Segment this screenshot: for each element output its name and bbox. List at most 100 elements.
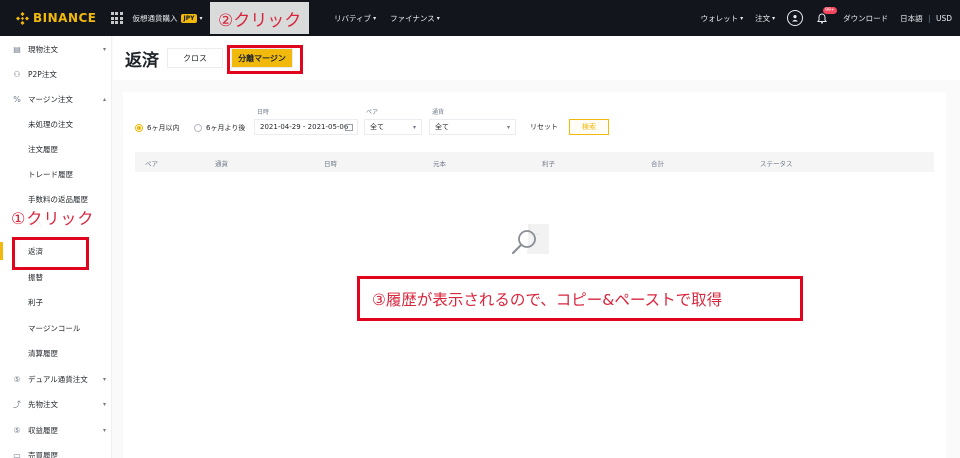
sidebar-item-p2p-orders[interactable]: ⚇ P2P注文 (0, 65, 112, 83)
chevron-down-icon: ▾ (102, 45, 106, 53)
chevron-down-icon: ▾ (772, 14, 776, 22)
chevron-down-icon: ▾ (506, 123, 510, 131)
nav-buy-crypto-label: 仮想通貨購入 (132, 13, 178, 23)
currency-select-value: 全て (435, 123, 449, 131)
chevron-down-icon: ▾ (436, 14, 440, 22)
calendar-icon (345, 124, 353, 131)
binance-logo[interactable]: BINANCE (16, 11, 97, 25)
spot-order-icon: ▤ (13, 44, 21, 54)
sidebar-item-label: 現物注文 (28, 44, 58, 54)
jpy-badge: JPY (180, 13, 198, 23)
callout-step1: ①クリック (9, 205, 97, 229)
sidebar-item-label: 注文履歴 (28, 144, 58, 154)
sidebar-item-futures-orders[interactable]: ⤴ 先物注文 ▾ (0, 395, 112, 413)
chevron-down-icon: ▾ (740, 14, 744, 22)
sidebar-item-transfer[interactable]: 振替 (0, 268, 112, 286)
chevron-down-icon: ▾ (102, 426, 106, 434)
logo-text: BINANCE (33, 11, 97, 25)
callout-step2: ②クリック (210, 2, 310, 34)
table-header: ペア 通貨 日時 元本 利子 合計 ステータス (135, 152, 934, 172)
nav-derivatives[interactable]: リバティブ ▾ (334, 13, 376, 24)
pair-select-value: 全て (370, 123, 384, 131)
apps-grid-icon[interactable] (110, 12, 123, 24)
date-range-picker[interactable]: 2021-04-29 - 2021-05-06 (254, 119, 358, 135)
radio-unselected-icon (194, 124, 202, 132)
column-header-status: ステータス (760, 160, 793, 168)
sidebar-item-earnings-history[interactable]: ⑤ 収益履歴 ▾ (0, 421, 112, 439)
date-filter-label: 日時 (257, 109, 270, 116)
divider: | (928, 13, 931, 23)
chevron-down-icon: ▾ (199, 14, 203, 22)
pair-filter-label: ペア (366, 109, 379, 116)
sidebar-item-label: 利子 (28, 297, 43, 307)
column-header-interest: 利子 (542, 160, 555, 168)
sidebar-item-margin-call[interactable]: マージンコール (0, 319, 112, 337)
date-range-value: 2021-04-29 - 2021-05-06 (260, 123, 349, 131)
language-label: 日本語 (900, 13, 923, 23)
currency-label: USD (935, 13, 952, 23)
column-header-pair: ペア (145, 160, 158, 168)
margin-icon: % (13, 94, 21, 104)
radio-after-label: 6ヶ月より後 (206, 124, 246, 132)
currency-select[interactable]: 全て ▾ (429, 119, 516, 135)
highlight-box-isolated-tab (227, 45, 303, 74)
tab-cross[interactable]: クロス (167, 48, 223, 68)
notification-count-badge: 99+ (823, 6, 837, 14)
sidebar-item-label: 売買履歴 (28, 450, 58, 458)
language-currency-selector[interactable]: 日本語 | USD (900, 13, 952, 24)
search-button[interactable]: 検索 (569, 119, 609, 135)
radio-after-6-months[interactable]: 6ヶ月より後 (194, 123, 245, 133)
chevron-down-icon: ▾ (412, 123, 416, 131)
sidebar-item-label: 清算履歴 (28, 348, 58, 358)
futures-icon: ⤴ (13, 399, 21, 409)
sidebar-item-interest[interactable]: 利子 (0, 293, 112, 311)
nav-wallet-label: ウォレット (700, 13, 739, 23)
chevron-down-icon: ▾ (373, 14, 377, 22)
nav-derivatives-label: リバティブ (334, 13, 372, 23)
sidebar-item-margin-orders[interactable]: % マージン注文 ▴ (0, 90, 112, 108)
nav-orders[interactable]: 注文 ▾ (755, 13, 775, 24)
column-header-total: 合計 (651, 160, 664, 168)
reset-button[interactable]: リセット (523, 119, 565, 135)
nav-finance-label: ファイナンス (390, 13, 435, 23)
sidebar-item-dual-currency[interactable]: ⑤ デュアル通貨注文 ▾ (0, 370, 112, 388)
binance-logo-icon (16, 11, 29, 25)
sidebar-item-label: 収益履歴 (28, 425, 58, 435)
sidebar-item-order-history[interactable]: 注文履歴 (0, 140, 112, 158)
sidebar-item-spot-orders[interactable]: ▤ 現物注文 ▾ (0, 40, 112, 58)
nav-wallet[interactable]: ウォレット ▾ (701, 13, 744, 24)
sidebar-item-label: マージン注文 (28, 94, 73, 104)
page-title: 返済 (125, 51, 159, 71)
sidebar-item-trade-history-main[interactable]: ▭ 売買履歴 (0, 446, 112, 458)
sidebar-item-label: デュアル通貨注文 (28, 374, 88, 384)
sidebar-item-label: トレード履歴 (28, 169, 73, 179)
chevron-down-icon: ▾ (102, 400, 106, 408)
sidebar-item-label: 先物注文 (28, 399, 58, 409)
sidebar-item-open-orders[interactable]: 未処理の注文 (0, 115, 112, 133)
sidebar-item-label: 手数料の返品履歴 (28, 194, 88, 204)
column-header-date: 日時 (324, 160, 337, 168)
highlight-box-repay (12, 237, 89, 270)
radio-within-6-months[interactable]: 6ヶ月以内 (135, 123, 179, 133)
nav-download[interactable]: ダウンロード (843, 13, 888, 24)
nav-finance[interactable]: ファイナンス ▾ (390, 13, 440, 24)
chevron-down-icon: ▾ (102, 375, 106, 383)
sidebar-item-liquidation-history[interactable]: 清算履歴 (0, 344, 112, 362)
column-header-currency: 通貨 (215, 160, 228, 168)
nav-orders-label: 注文 (755, 13, 771, 23)
radio-selected-icon (135, 124, 143, 132)
top-nav: BINANCE 仮想通貨購入 JPY ▾ マ リバティブ ▾ ファイナンス ▾ … (0, 0, 960, 36)
chevron-up-icon: ▴ (102, 95, 106, 103)
earnings-icon: ⑤ (13, 425, 21, 435)
empty-result-search-icon (511, 224, 549, 255)
repay-content-card: 日時 ペア 通貨 6ヶ月以内 6ヶ月より後 2021-04-29 - 2021-… (123, 92, 946, 458)
trade-history-icon: ▭ (13, 450, 21, 458)
user-account-icon[interactable] (787, 10, 804, 26)
nav-download-label: ダウンロード (843, 13, 889, 23)
sidebar-item-label: 振替 (28, 272, 43, 282)
nav-buy-crypto[interactable]: 仮想通貨購入 JPY ▾ (133, 13, 203, 24)
sidebar-item-label: マージンコール (28, 323, 81, 333)
sidebar-item-trade-history[interactable]: トレード履歴 (0, 165, 112, 183)
notification-bell-icon[interactable]: 99+ (817, 6, 837, 24)
pair-select[interactable]: 全て ▾ (364, 119, 422, 135)
